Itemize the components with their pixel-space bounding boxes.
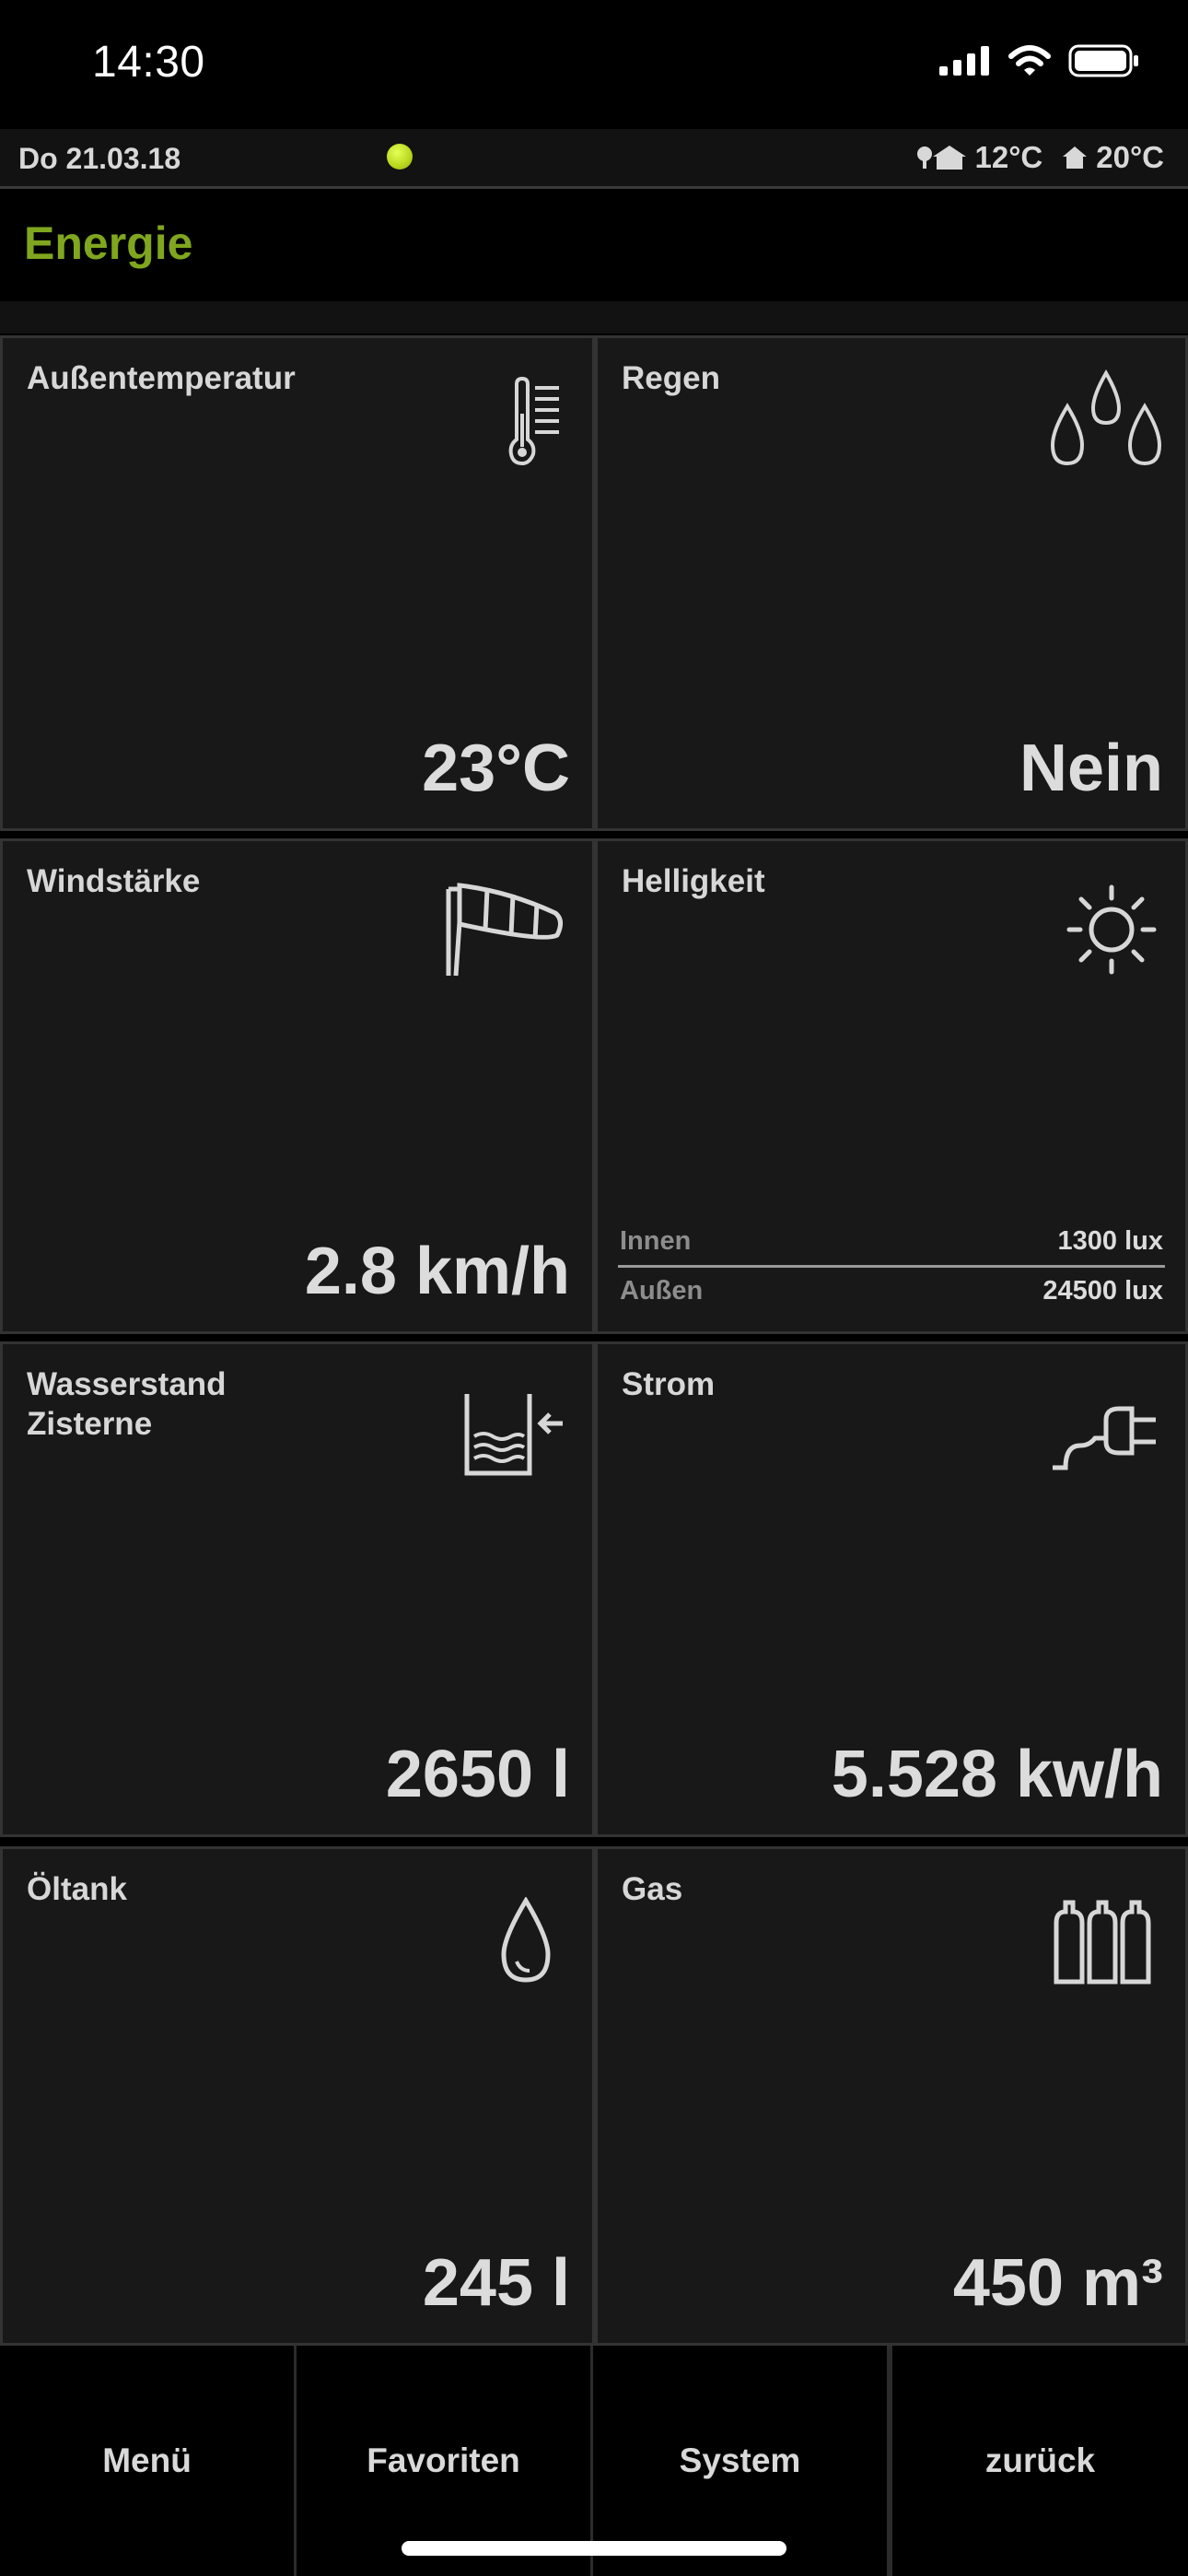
lux-row-innen: Innen 1300 lux bbox=[620, 1226, 1163, 1257]
thermometer-icon bbox=[508, 377, 559, 465]
tile-label: Strom bbox=[622, 1366, 716, 1402]
tile-oeltank[interactable]: Öltank 245 l bbox=[0, 1846, 595, 2346]
lux-value: 24500 lux bbox=[1042, 1276, 1163, 1306]
tile-value: 5.528 kw/h bbox=[831, 1738, 1163, 1811]
cellular-signal-icon bbox=[939, 46, 989, 76]
lux-label: Außen bbox=[620, 1276, 704, 1306]
raindrops-icon bbox=[1050, 369, 1162, 466]
tile-label: Windstärke bbox=[27, 863, 201, 899]
temperatures: 12°C 20°C bbox=[916, 140, 1164, 175]
windsock-icon bbox=[446, 883, 563, 977]
tile-helligkeit[interactable]: Helligkeit Innen 1300 lux Außen 24500 lu… bbox=[595, 838, 1188, 1334]
tile-gas[interactable]: Gas 450 m³ bbox=[595, 1846, 1188, 2346]
tile-strom[interactable]: Strom 5.528 kw/h bbox=[595, 1341, 1188, 1837]
date-label: Do 21.03.18 bbox=[18, 142, 181, 175]
tile-wasserstand-zisterne[interactable]: Wasserstand Zisterne 2650 l bbox=[0, 1341, 595, 1837]
info-bar: Do 21.03.18 12°C 20°C bbox=[0, 129, 1188, 189]
lux-label: Innen bbox=[620, 1226, 692, 1256]
tile-value: 23°C bbox=[422, 732, 570, 805]
status-icons bbox=[939, 44, 1140, 77]
tile-label: Wasserstand Zisterne bbox=[27, 1364, 227, 1444]
tile-aussentemperatur[interactable]: Außentemperatur 23°C bbox=[0, 335, 595, 831]
tile-value: 2.8 km/h bbox=[304, 1235, 570, 1308]
tile-value: 245 l bbox=[422, 2246, 570, 2320]
tile-windstaerke[interactable]: Windstärke 2.8 km/h bbox=[0, 838, 595, 1334]
sun-icon bbox=[1066, 884, 1157, 975]
battery-icon bbox=[1068, 44, 1138, 77]
status-time: 14:30 bbox=[92, 38, 205, 87]
tile-label: Regen bbox=[622, 360, 720, 396]
tile-value: Nein bbox=[1019, 732, 1163, 805]
drop-icon bbox=[501, 1897, 551, 1983]
divider bbox=[0, 301, 1188, 334]
tile-label: Außentemperatur bbox=[27, 360, 296, 396]
tile-value: 2650 l bbox=[385, 1738, 570, 1811]
outdoor-house-tree-icon bbox=[916, 146, 966, 170]
home-indicator[interactable] bbox=[402, 2541, 786, 2556]
status-dot bbox=[387, 144, 413, 170]
gas-bottles-icon bbox=[1054, 1900, 1151, 1985]
house-icon bbox=[1063, 146, 1088, 169]
tile-label: Helligkeit bbox=[622, 863, 765, 899]
lux-divider bbox=[618, 1265, 1165, 1268]
tile-regen[interactable]: Regen Nein bbox=[595, 335, 1188, 831]
tile-label-line2: Zisterne bbox=[27, 1406, 153, 1442]
page-title: Energie bbox=[24, 217, 193, 269]
power-plug-icon bbox=[1053, 1406, 1156, 1470]
title-bar: Energie bbox=[0, 189, 1188, 301]
tile-label-line1: Wasserstand bbox=[27, 1366, 227, 1402]
nav-menu-button[interactable]: Menü bbox=[0, 2346, 297, 2576]
lux-row-aussen: Außen 24500 lux bbox=[620, 1276, 1163, 1306]
tile-label: Gas bbox=[622, 1871, 683, 1907]
tile-value: 450 m³ bbox=[952, 2246, 1163, 2320]
nav-zurueck-button[interactable]: zurück bbox=[890, 2346, 1188, 2576]
tile-label: Öltank bbox=[27, 1871, 127, 1907]
cistern-icon bbox=[464, 1394, 563, 1476]
outdoor-temp: 12°C bbox=[974, 140, 1043, 174]
wifi-icon bbox=[1008, 45, 1051, 76]
lux-value: 1300 lux bbox=[1057, 1226, 1163, 1256]
indoor-temp: 20°C bbox=[1096, 140, 1164, 174]
